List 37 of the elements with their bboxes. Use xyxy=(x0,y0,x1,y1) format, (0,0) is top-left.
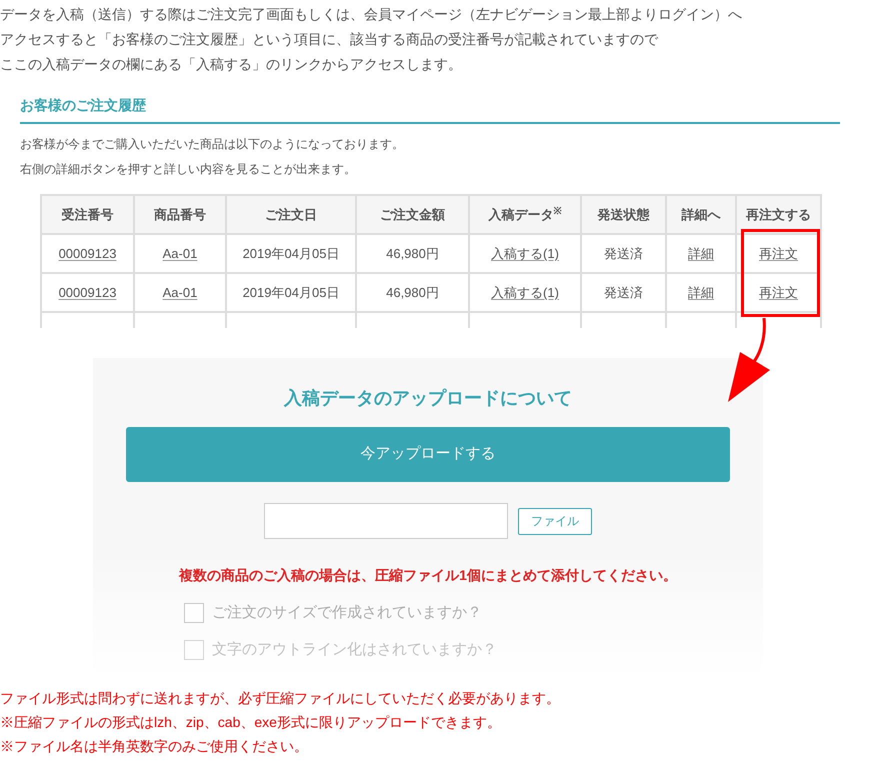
table-header: 商品番号 xyxy=(134,195,226,234)
upload-title: 入稿データのアップロードについて xyxy=(284,387,572,410)
table-header: 発送状態 xyxy=(581,195,666,234)
intro-text: アクセスすると「お客様のご注文履歴」という項目に、該当する商品の受注番号が記載されていますので xyxy=(0,30,660,49)
checkbox[interactable] xyxy=(184,640,204,660)
table-link[interactable]: Aa-01 xyxy=(162,284,198,300)
description-text: お客様が今までご購入いただいた商品は以下のようになっております。 xyxy=(20,136,405,153)
table-cell: 発送済 xyxy=(604,246,643,261)
table-header: 再注文する xyxy=(736,195,821,234)
arrow-icon xyxy=(726,318,772,404)
checkbox[interactable] xyxy=(184,603,204,624)
table-link[interactable]: 詳細 xyxy=(688,246,714,261)
checkbox-label: 文字のアウトライン化はされていますか？ xyxy=(212,640,497,660)
table-cell: 発送済 xyxy=(604,284,643,300)
note-text: ※ファイル名は半角英数字のみご使用ください。 xyxy=(0,737,309,756)
table-header: 詳細へ xyxy=(666,195,736,234)
table-header: ご注文日 xyxy=(226,195,356,234)
warning-text: 複数の商品のご入稿の場合は、圧縮ファイル1個にまとめて添付してください。 xyxy=(179,566,677,585)
note-text: ※圧縮ファイルの形式はlzh、zip、cab、exe形式に限りアップロードできます。 xyxy=(0,713,502,732)
table-link[interactable]: 再注文 xyxy=(759,246,798,261)
table-cell: 2019年04月05日 xyxy=(242,246,340,261)
checkbox-label: ご注文のサイズで作成されていますか？ xyxy=(212,603,482,623)
note-text: ファイル形式は問わずに送れますが、必ず圧縮ファイルにしていただく必要があります。 xyxy=(0,689,561,708)
table-header: 受注番号 xyxy=(41,195,134,234)
file-input-field[interactable] xyxy=(264,503,508,539)
table-link[interactable]: Aa-01 xyxy=(162,246,198,261)
table-cell: 46,980円 xyxy=(386,246,439,261)
description-text: 右側の詳細ボタンを押すと詳しい内容を見ることが出来ます。 xyxy=(20,161,357,178)
table-link[interactable]: 再注文 xyxy=(759,284,798,300)
intro-text: ここの入稿データの欄にある「入稿する」のリンクからアクセスします。 xyxy=(0,55,463,74)
intro-text: データを入稿（送信）する際はご注文完了画面もしくは、会員マイページ（左ナビゲーション最上部よりログイン）へ xyxy=(0,5,743,24)
table-header: ご注文金額 xyxy=(356,195,469,234)
table-header: 入稿データ$^{※}$ xyxy=(469,195,581,234)
section-heading: お客様のご注文履歴 xyxy=(20,96,146,115)
table-link[interactable]: 詳細 xyxy=(688,284,714,300)
table-cell: 2019年04月05日 xyxy=(242,284,340,300)
table-cell: 46,980円 xyxy=(386,284,439,300)
